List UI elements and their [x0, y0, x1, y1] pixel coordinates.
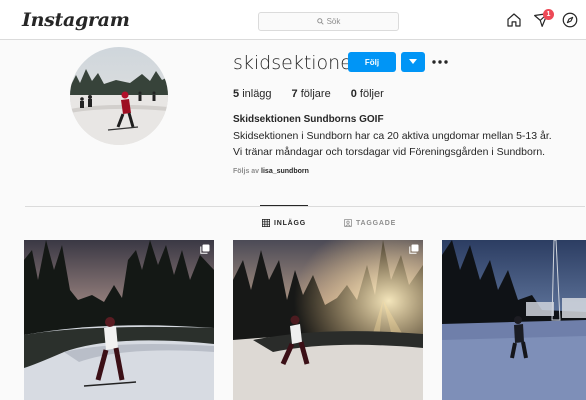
followed-by: Följs av lisa_sundborn	[233, 168, 309, 175]
following-stat[interactable]: 0 följer	[351, 88, 384, 100]
active-tab-indicator	[260, 205, 308, 206]
explore-compass-icon[interactable]	[561, 11, 579, 29]
grid-icon	[262, 219, 270, 227]
top-navigation-bar: Instagram Sök 1	[0, 0, 586, 40]
followed-by-prefix: Följs av	[233, 168, 260, 175]
post-thumbnail[interactable]	[233, 240, 423, 400]
tagged-icon	[344, 219, 352, 227]
post-image	[24, 240, 214, 400]
tab-posts[interactable]: INLÄGG	[262, 219, 306, 227]
bio-line: Vi tränar måndagar och torsdagar vid För…	[233, 146, 546, 158]
tab-posts-label: INLÄGG	[274, 219, 307, 227]
multiple-images-icon	[409, 244, 419, 254]
more-options-button[interactable]	[430, 52, 450, 72]
post-thumbnail[interactable]	[442, 240, 586, 400]
followers-label: följare	[300, 88, 331, 100]
followed-by-user-link[interactable]: lisa_sundborn	[261, 168, 309, 175]
followers-count: 7	[291, 88, 298, 100]
instagram-logo[interactable]: Instagram	[22, 9, 130, 31]
search-input[interactable]: Sök	[258, 12, 399, 31]
bio-line: Skidsektionen i Sundborn har ca 20 aktiv…	[233, 130, 552, 142]
profile-avatar[interactable]	[70, 47, 168, 145]
tab-tagged[interactable]: TAGGADE	[344, 219, 396, 227]
multiple-images-icon	[200, 244, 210, 254]
notification-badge: 1	[543, 9, 554, 20]
profile-bio: Skidsektionen i Sundborn har ca 20 aktiv…	[233, 128, 552, 160]
profile-username: skidsektionen	[233, 52, 364, 74]
posts-stat: 5 inlägg	[233, 88, 272, 100]
tabs-divider	[25, 206, 585, 207]
followers-stat[interactable]: 7 följare	[292, 88, 331, 100]
post-thumbnail[interactable]	[24, 240, 214, 400]
home-icon[interactable]	[505, 11, 523, 29]
posts-count: 5	[233, 88, 240, 100]
profile-stats: 5 inlägg 7 följare 0 följer	[233, 88, 404, 100]
tab-tagged-label: TAGGADE	[356, 219, 397, 227]
caret-down-icon	[409, 59, 417, 64]
search-placeholder: Sök	[326, 17, 341, 26]
suggestions-dropdown-button[interactable]	[401, 52, 425, 72]
following-label: följer	[359, 88, 384, 100]
following-count: 0	[350, 88, 357, 100]
search-icon	[316, 18, 324, 25]
post-image	[442, 240, 586, 400]
avatar-image	[70, 47, 168, 145]
follow-button[interactable]: Följ	[348, 52, 396, 72]
posts-label: inlägg	[242, 88, 272, 100]
post-image	[233, 240, 423, 400]
ellipsis-icon	[432, 60, 448, 64]
profile-full-name: Skidsektionen Sundborns GOIF	[233, 114, 384, 125]
